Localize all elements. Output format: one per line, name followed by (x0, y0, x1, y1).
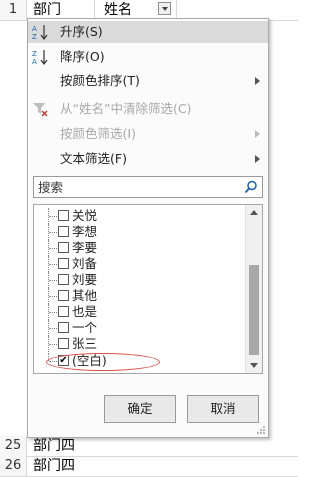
clear-filter-icon (33, 103, 48, 117)
chevron-down-icon (161, 6, 168, 11)
search-box (33, 176, 263, 198)
cell-dept[interactable]: 部门四 (33, 456, 75, 476)
list-item-label: 其他 (72, 288, 98, 303)
tree-line (49, 328, 57, 329)
scrollbar-thumb[interactable] (249, 265, 259, 355)
resize-grip-icon[interactable] (256, 425, 266, 435)
checkbox[interactable] (58, 322, 69, 333)
scroll-up-icon[interactable] (250, 210, 258, 215)
checkbox[interactable] (58, 258, 69, 269)
list-item[interactable]: 李想 (34, 224, 246, 240)
tree-line (49, 264, 57, 265)
tree-line (49, 344, 57, 345)
column-separator (94, 0, 95, 20)
column-separator (176, 0, 177, 20)
cell-dept-header[interactable]: 部门 (33, 0, 61, 20)
sort-ascending-icon: A Z (32, 25, 48, 41)
list-item-label: 刘备 (72, 256, 98, 271)
list-item-label: 一个 (72, 320, 98, 335)
tree-line (49, 296, 57, 297)
list-item[interactable]: 关悦 (34, 208, 246, 224)
checkbox[interactable] (58, 338, 69, 349)
sort-descending-icon: Z A (32, 50, 48, 66)
list-item[interactable]: 一个 (34, 320, 246, 336)
filter-values-list: 关悦 李想 李要 刘备 刘要 其他 也是 一个 张三 ✔ (空白) (33, 204, 263, 374)
row-number[interactable]: 1 (0, 0, 27, 20)
menu-item-text-filters[interactable]: 文本筛选(F) (28, 148, 268, 170)
list-item-label: 关悦 (72, 208, 98, 223)
svg-text:A: A (32, 25, 37, 33)
svg-text:Z: Z (32, 50, 37, 58)
row-number[interactable]: 26 (0, 456, 27, 476)
tree-line (49, 216, 57, 217)
list-scrollbar[interactable] (245, 205, 262, 373)
list-item-label: 刘要 (72, 272, 98, 287)
list-item-label: 也是 (72, 304, 98, 319)
checkbox[interactable] (58, 306, 69, 317)
list-item[interactable]: 李要 (34, 240, 246, 256)
autofilter-menu: A Z 升序(S) Z A 降序(O) 按颜色排序(T) 从“姓名”中清除筛选(… (27, 18, 269, 438)
menu-item-sort-ascending[interactable]: A Z 升序(S) (28, 21, 268, 43)
list-item[interactable]: 刘备 (34, 256, 246, 272)
svg-text:A: A (32, 58, 37, 66)
chevron-right-icon (255, 155, 260, 163)
sheet-row-26: 26 部门四 (0, 456, 298, 477)
tree-line (49, 280, 57, 281)
checkbox[interactable] (58, 290, 69, 301)
menu-item-label: 按颜色筛选(I) (60, 126, 136, 141)
menu-item-label: 升序(S) (60, 24, 103, 39)
menu-item-label: 降序(O) (60, 49, 105, 64)
tree-line (49, 232, 57, 233)
menu-item-sort-by-color[interactable]: 按颜色排序(T) (28, 70, 268, 92)
list-item-label: 李要 (72, 240, 98, 255)
sheet-row-25: 25 部门四 (0, 436, 298, 457)
menu-item-sort-descending[interactable]: Z A 降序(O) (28, 46, 268, 68)
list-item[interactable]: 刘要 (34, 272, 246, 288)
list-item[interactable]: 张三 (34, 336, 246, 352)
list-item[interactable]: 其他 (34, 288, 246, 304)
filter-dropdown-button[interactable] (158, 2, 171, 15)
list-item-label: 李想 (72, 224, 98, 239)
ok-button[interactable]: 确定 (104, 395, 176, 423)
tree-line (49, 248, 57, 249)
menu-item-label: 从“姓名”中清除筛选(C) (60, 101, 192, 116)
checkbox[interactable] (58, 210, 69, 221)
magnifier-icon[interactable] (244, 180, 258, 194)
menu-item-label: 文本筛选(F) (60, 151, 127, 166)
list-item-label: 张三 (72, 336, 98, 351)
scroll-down-icon[interactable] (250, 363, 258, 368)
cancel-button[interactable]: 取消 (187, 395, 259, 423)
checkbox[interactable] (58, 274, 69, 285)
menu-item-clear-filter[interactable]: 从“姓名”中清除筛选(C) (28, 98, 268, 120)
tree-line (49, 312, 57, 313)
list-item[interactable]: 也是 (34, 304, 246, 320)
row-number[interactable]: 25 (0, 436, 27, 456)
chevron-right-icon (255, 77, 260, 85)
cell-dept[interactable]: 部门四 (33, 436, 75, 456)
svg-text:Z: Z (32, 33, 37, 41)
chevron-right-icon (255, 130, 260, 138)
annotation-circle (46, 353, 160, 371)
checkbox[interactable] (58, 242, 69, 253)
menu-item-filter-by-color[interactable]: 按颜色筛选(I) (28, 123, 268, 145)
checkbox[interactable] (58, 226, 69, 237)
menu-item-label: 按颜色排序(T) (60, 73, 140, 88)
search-input[interactable] (34, 177, 247, 197)
cell-name-header[interactable]: 姓名 (104, 0, 132, 20)
